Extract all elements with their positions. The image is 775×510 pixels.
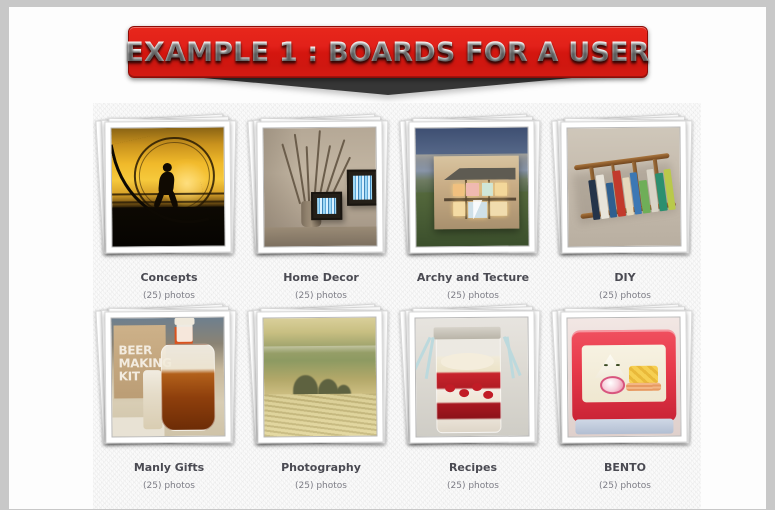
board-card[interactable]: DIY (25) photos [549,113,701,310]
banner-ribbon: EXAMPLE 1 : BOARDS FOR A USER [125,26,650,78]
board-photo-count: (25) photos [447,291,499,302]
board-photo-count: (25) photos [143,291,195,302]
lit-window [490,201,508,217]
board-thumbnail [414,126,530,248]
board-title: Manly Gifts [133,461,205,474]
sand-ripples [264,393,377,437]
berry-shape [458,388,469,398]
thumbnail-art-architecture [415,127,529,247]
bottle-shape [143,369,163,430]
board-title: BENTO [604,461,646,474]
photo-stack[interactable] [247,303,391,453]
beer-jug [160,343,216,432]
board-card[interactable]: Concepts (25) photos [93,113,245,310]
board-title: Concepts [140,271,198,284]
board-card[interactable]: Archy and Tecture (25) photos [397,113,549,310]
board-photo-count: (25) photos [295,291,347,302]
lit-window [466,182,480,196]
photo-stack[interactable] [247,113,391,263]
lit-window [452,184,464,196]
board-thumbnail [414,316,530,438]
jug-cap [174,317,195,326]
board-thumbnail [262,316,378,438]
staircase-shape [473,200,487,220]
board-card[interactable]: Recipes (25) photos [397,303,549,500]
board-thumbnail [110,126,226,248]
thumbnail-art-home-decor [263,127,378,247]
boards-grid: Concepts (25) photos Home Decor (25) pho… [93,103,701,509]
board-photo-count: (25) photos [295,481,347,492]
board-card[interactable]: Photography (25) photos [245,303,397,500]
table-surface [264,226,377,247]
page-title: EXAMPLE 1 : BOARDS FOR A USER [125,36,650,68]
board-photo-count: (25) photos [599,291,651,302]
board-thumbnail [566,316,682,438]
photo-stack[interactable] [399,303,543,453]
board-photo-count: (25) photos [447,481,499,492]
boards-row: Concepts (25) photos Home Decor (25) pho… [93,113,701,310]
board-title: Archy and Tecture [416,271,530,284]
page-header: EXAMPLE 1 : BOARDS FOR A USER [9,7,766,107]
lit-window [452,201,465,217]
board-card[interactable]: BEER MAKING KIT Manly Gifts (25) photos [93,303,245,500]
board-card[interactable]: Home Decor (25) photos [245,113,397,310]
egg-noodles [628,365,658,385]
house-body [433,155,520,230]
thumbnail-art-diy [567,127,681,247]
photo-stack[interactable] [551,303,695,453]
stack-card-front [408,310,536,444]
jar-lid [433,327,501,340]
board-thumbnail [566,126,682,248]
onigiri-eye [615,363,620,367]
boards-row: BEER MAKING KIT Manly Gifts (25) photos … [93,303,701,500]
board-title: Recipes [448,461,498,474]
mason-jar [435,329,502,434]
board-thumbnail [262,126,378,248]
frame-artwork [317,197,337,215]
content-panel: Concepts (25) photos Home Decor (25) pho… [93,103,701,509]
board-title: DIY [614,271,636,284]
roof-shape [444,168,516,180]
board-photo-count: (25) photos [599,481,651,492]
lit-window [495,182,508,196]
thumbnail-art-bento [567,317,681,437]
picture-frame-back [346,169,378,206]
water-surface-line [263,345,376,354]
photo-stack[interactable] [551,113,695,263]
photo-stack[interactable]: BEER MAKING KIT [95,303,239,453]
bento-lid-strip [575,419,674,435]
thumbnail-art-manly-gifts: BEER MAKING KIT [111,317,225,437]
noodle-strands [625,382,662,392]
picture-frame-front [311,191,343,221]
thumbnail-art-photography [263,317,377,437]
stack-card-front [560,310,688,444]
kitty-sauce-cup [600,376,625,395]
thumbnail-art-concepts [110,127,225,247]
stack-card-front [104,120,232,254]
board-title: Photography [281,461,361,474]
lit-window [481,182,493,196]
board-card[interactable]: BENTO (25) photos [549,303,701,500]
bento-inner-tray [581,344,667,402]
frame-artwork [352,176,373,200]
stack-card-front [256,310,384,444]
stack-card-front [256,120,384,254]
stack-card-front [560,120,688,254]
stack-card-front: BEER MAKING KIT [104,310,232,444]
photo-stack[interactable] [399,113,543,263]
board-photo-count: (25) photos [143,481,195,492]
thumbnail-art-recipes [414,317,529,437]
photo-stack[interactable] [95,113,239,263]
stack-card-front [408,120,536,254]
board-title: Home Decor [283,271,359,284]
board-thumbnail: BEER MAKING KIT [110,316,226,438]
page-viewport: EXAMPLE 1 : BOARDS FOR A USER Concepts (… [9,7,766,509]
bento-tray [572,329,676,423]
onigiri-rice-ball [593,354,627,379]
